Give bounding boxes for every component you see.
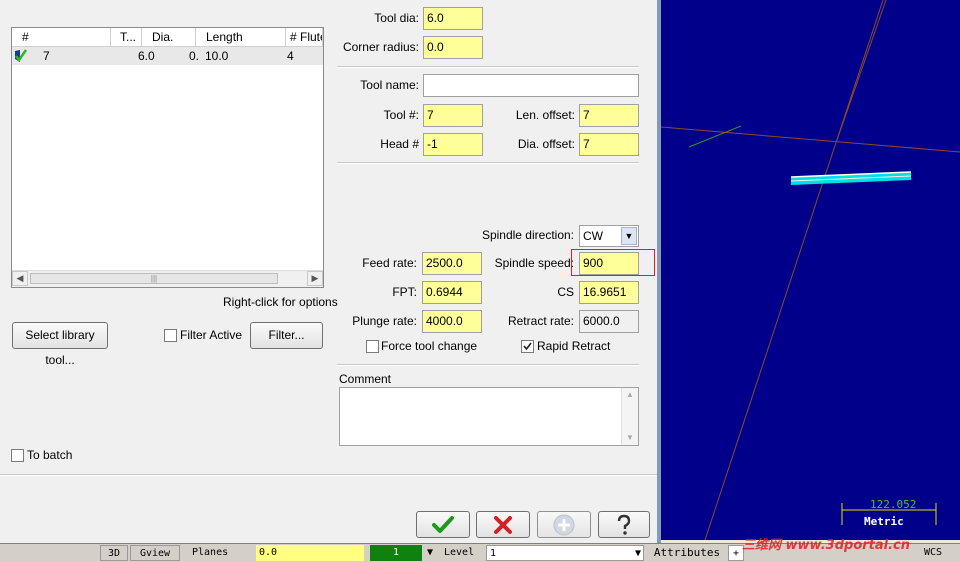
highlight-box (571, 249, 655, 276)
level-label[interactable]: Level (444, 545, 484, 561)
column-header-length[interactable]: Length (196, 28, 286, 47)
feed-rate-label: Feed rate: (362, 256, 417, 270)
help-button[interactable] (598, 511, 650, 538)
scale-unit: Metric (864, 515, 904, 528)
len-offset-label: Len. offset: (515, 108, 575, 122)
attributes-button[interactable]: Attributes (652, 545, 722, 561)
force-tool-change-checkbox[interactable] (366, 340, 379, 353)
spindle-direction-value: CW (583, 229, 603, 243)
scroll-left-icon[interactable]: ◀ (12, 271, 28, 286)
to-batch-checkbox[interactable] (11, 449, 24, 462)
table-row[interactable]: 7 6.0 0. 10.0 4 (12, 47, 323, 65)
corner-radius-label: Corner radius: (342, 40, 419, 54)
fpt-label: FPT: (392, 285, 417, 299)
column-header-dia[interactable]: Dia. (142, 28, 196, 47)
dia-offset-field[interactable]: 7 (579, 133, 639, 156)
head-label: Head # (380, 137, 419, 151)
horizontal-scrollbar[interactable]: ◀ ||| ▶ (12, 270, 323, 287)
row-diameter: 6.0 (138, 49, 155, 63)
separator (337, 162, 639, 164)
scroll-up-icon[interactable]: ▲ (622, 388, 638, 402)
watermark: 三维网 www.3dportal.cn (742, 538, 911, 553)
plunge-rate-label: Plunge rate: (352, 314, 417, 328)
head-field[interactable]: -1 (423, 133, 483, 156)
rapid-retract-label: Rapid Retract (537, 339, 611, 353)
spindle-speed-label: Spindle speed: (494, 256, 574, 270)
separator (337, 66, 639, 68)
len-offset-field[interactable]: 7 (579, 104, 639, 127)
comment-scrollbar[interactable]: ▲ ▼ (621, 388, 638, 445)
view-3d-button[interactable]: 3D (100, 545, 128, 561)
row-corner: 0. (189, 49, 200, 63)
tool-number-label: Tool #: (383, 108, 419, 122)
spindle-direction-select[interactable]: CW ▼ (579, 225, 639, 247)
plus-icon (553, 514, 575, 536)
color-swatch[interactable]: 1 (370, 545, 422, 561)
retract-rate-field[interactable]: 6000.0 (579, 310, 639, 333)
graphics-viewport[interactable]: 122.052 Metric (661, 0, 960, 540)
separator (0, 474, 657, 476)
chevron-down-icon[interactable]: ▼ (635, 546, 641, 560)
check-icon (432, 516, 454, 533)
tool-list[interactable]: # T... Dia. Length # Flute 7 6.0 0. 10.0… (11, 27, 324, 288)
scroll-right-icon[interactable]: ▶ (307, 271, 323, 286)
dia-offset-label: Dia. offset: (517, 137, 575, 151)
tool-name-field[interactable] (423, 74, 639, 97)
tool-number-field[interactable]: 7 (423, 104, 483, 127)
status-bar: 3D Gview Planes 0.0 1 ▼ Level 1 ▼ Attrib… (0, 538, 960, 562)
corner-radius-field[interactable]: 0.0 (423, 36, 483, 59)
z-depth-field[interactable]: 0.0 (256, 545, 364, 561)
scrollbar-thumb[interactable]: ||| (30, 273, 278, 284)
chevron-down-icon[interactable]: ▼ (425, 545, 435, 561)
cs-label: CS (557, 285, 574, 299)
tool-dia-label: Tool dia: (374, 11, 419, 25)
cancel-button[interactable] (476, 511, 530, 538)
column-header-number[interactable]: # (12, 28, 111, 47)
add-button[interactable] (537, 511, 591, 538)
tool-dia-field[interactable]: 6.0 (423, 7, 483, 30)
tool-name-label: Tool name: (360, 78, 419, 92)
planes-label[interactable]: Planes (186, 545, 262, 561)
ok-button[interactable] (416, 511, 470, 538)
tool-dialog: # T... Dia. Length # Flute 7 6.0 0. 10.0… (0, 0, 660, 546)
rapid-retract-checkbox[interactable] (521, 340, 534, 353)
to-batch-label: To batch (27, 448, 73, 462)
force-tool-change-label: Force tool change (381, 339, 478, 353)
scroll-down-icon[interactable]: ▼ (622, 431, 638, 445)
filter-active-label: Filter Active (180, 328, 243, 342)
select-library-tool-button[interactable]: Select library tool... (12, 322, 108, 367)
row-tool-number: 7 (43, 49, 50, 63)
viewport-canvas (661, 0, 960, 540)
check-icon (523, 342, 532, 351)
filter-button[interactable]: Filter... (250, 322, 323, 349)
scale-value: 122.052 (870, 498, 917, 511)
right-click-hint: Right-click for options (223, 295, 338, 309)
tool-check-icon (14, 49, 28, 63)
column-header-flutes[interactable]: # Flute (286, 28, 323, 47)
row-length: 10.0 (205, 49, 229, 63)
spindle-direction-label: Spindle direction: (481, 228, 574, 242)
level-select[interactable]: 1 ▼ (486, 545, 644, 561)
question-icon (617, 514, 631, 535)
level-value: 1 (490, 548, 497, 559)
separator (337, 364, 639, 366)
cs-field[interactable]: 16.9651 (579, 281, 639, 304)
cross-icon (494, 516, 512, 534)
filter-active-checkbox[interactable] (164, 329, 177, 342)
column-header-type[interactable]: T... (111, 28, 142, 47)
comment-label: Comment (339, 372, 392, 386)
row-flutes: 4 (287, 49, 294, 63)
chevron-down-icon[interactable]: ▼ (621, 227, 637, 245)
retract-rate-label: Retract rate: (507, 314, 574, 328)
gview-button[interactable]: Gview (130, 545, 180, 561)
comment-textarea[interactable]: ▲ ▼ (339, 387, 639, 446)
